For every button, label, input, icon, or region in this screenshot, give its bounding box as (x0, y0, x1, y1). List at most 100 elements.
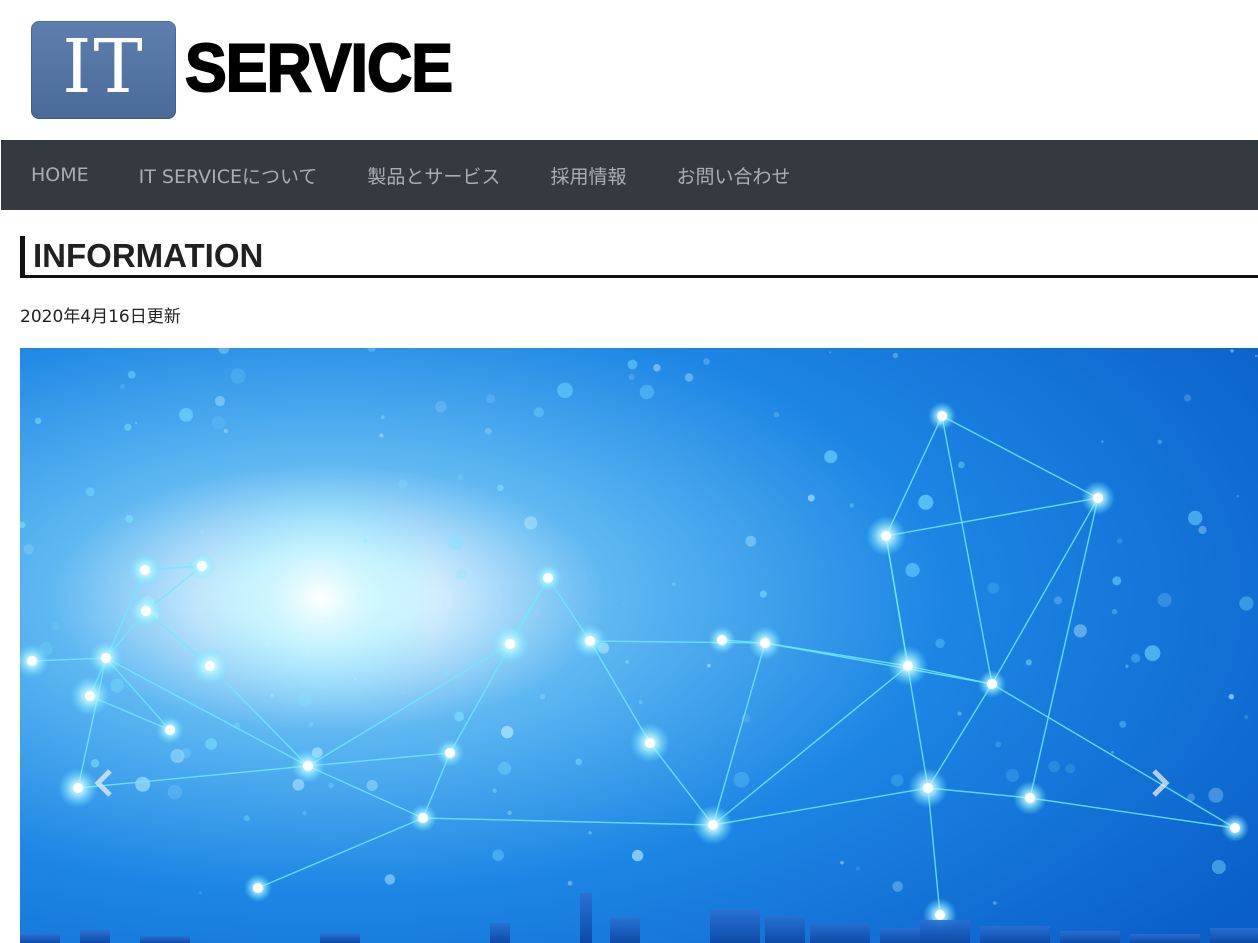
bokeh-dot (90, 759, 100, 768)
city-building (140, 936, 190, 943)
city-building (980, 926, 1050, 943)
city-building (80, 930, 110, 943)
bokeh-dot (631, 849, 644, 862)
bokeh-dot (1236, 494, 1240, 498)
network-node (717, 635, 727, 645)
bokeh-dot (435, 400, 447, 413)
network-node (708, 820, 718, 830)
bokeh-dot (995, 741, 1002, 748)
bokeh-dot (957, 711, 962, 716)
bokeh-dot (308, 722, 314, 727)
bokeh-dot (638, 700, 643, 705)
network-node (505, 639, 515, 649)
network-node (73, 783, 83, 793)
bokeh-dot (625, 660, 629, 664)
bokeh-dot (180, 748, 191, 759)
bokeh-dot (1198, 525, 1207, 535)
site-logo[interactable]: IT SERVICE (31, 20, 471, 120)
network-node (987, 679, 997, 689)
nav-home[interactable]: HOME (31, 164, 89, 186)
bokeh-dot (455, 568, 467, 580)
hero-carousel[interactable] (20, 348, 1258, 943)
bokeh-dot (759, 590, 767, 598)
bokeh-dot (639, 384, 655, 400)
bokeh-dot (1211, 860, 1226, 874)
bokeh-dot (214, 396, 225, 407)
city-building (920, 920, 970, 943)
bokeh-dot (179, 408, 194, 422)
nav-products-services[interactable]: 製品とサービス (367, 162, 500, 189)
section-title: INFORMATION (33, 237, 264, 274)
bokeh-dot (125, 514, 134, 523)
carousel-next-button[interactable] (1148, 768, 1188, 808)
bokeh-dot (1255, 354, 1258, 358)
bokeh-dot (807, 494, 815, 502)
network-node (140, 565, 150, 575)
bokeh-dot (1053, 596, 1063, 605)
site-header: IT SERVICE (0, 0, 1258, 140)
bokeh-dot (124, 423, 132, 431)
bokeh-dot (507, 810, 512, 816)
bokeh-dot (1101, 440, 1104, 443)
bokeh-dot (622, 603, 625, 606)
bokeh-dot (1025, 659, 1032, 666)
chevron-left-icon (94, 769, 112, 797)
logo-mark: IT (31, 21, 176, 119)
bokeh-dot (653, 364, 661, 372)
bokeh-dot (498, 761, 512, 775)
bokeh-dot (1119, 720, 1127, 728)
city-building (880, 928, 920, 943)
carousel-prev-button[interactable] (92, 768, 132, 808)
bokeh-dot (1117, 538, 1123, 544)
bokeh-dot (892, 352, 899, 359)
network-node (445, 748, 455, 758)
bokeh-dot (703, 358, 710, 365)
nav-recruit[interactable]: 採用情報 (550, 162, 626, 189)
network-node (543, 573, 553, 583)
main-navbar: HOME IT SERVICEについて 製品とサービス 採用情報 お問い合わせ (1, 140, 1258, 210)
bokeh-dot (1239, 596, 1254, 611)
bokeh-dot (987, 582, 1000, 594)
network-node (881, 531, 891, 541)
bokeh-dot (1048, 760, 1060, 773)
bokeh-dot (497, 484, 504, 491)
nav-contact[interactable]: お問い合わせ (676, 162, 790, 189)
bokeh-dot (1112, 576, 1122, 586)
bokeh-dot (23, 544, 34, 555)
bokeh-dot (891, 774, 904, 787)
bokeh-dot (567, 880, 573, 886)
bokeh-dot (200, 530, 204, 535)
bokeh-dot (773, 411, 780, 418)
bokeh-dot (110, 678, 124, 693)
city-building (610, 918, 640, 943)
network-node (197, 561, 207, 571)
bokeh-dot (745, 535, 757, 547)
bokeh-dot (1111, 608, 1118, 615)
bokeh-dot (484, 427, 492, 435)
network-node (101, 653, 111, 663)
section-heading: INFORMATION (20, 236, 1258, 278)
bokeh-dot (824, 450, 838, 464)
bokeh-dot (34, 417, 42, 425)
city-building (710, 910, 760, 943)
bokeh-dot (243, 815, 250, 822)
bokeh-dot (684, 373, 694, 382)
bokeh-dot (366, 779, 378, 792)
bokeh-dot (135, 776, 151, 792)
bokeh-dot (533, 407, 544, 418)
bokeh-dot (1230, 349, 1234, 353)
bokeh-dot (1131, 653, 1141, 663)
bokeh-dot (1244, 714, 1249, 720)
bokeh-dot (205, 738, 218, 750)
network-node (85, 691, 95, 701)
hero-image (20, 348, 1258, 943)
bokeh-dot (384, 874, 396, 885)
bokeh-dot (892, 881, 903, 892)
bokeh-dot (849, 503, 854, 508)
city-building (810, 923, 870, 943)
bokeh-dot (454, 711, 465, 722)
bokeh-dot (1184, 394, 1192, 402)
network-node (253, 883, 263, 893)
bokeh-dot (1157, 593, 1172, 607)
nav-about[interactable]: IT SERVICEについて (139, 162, 318, 189)
